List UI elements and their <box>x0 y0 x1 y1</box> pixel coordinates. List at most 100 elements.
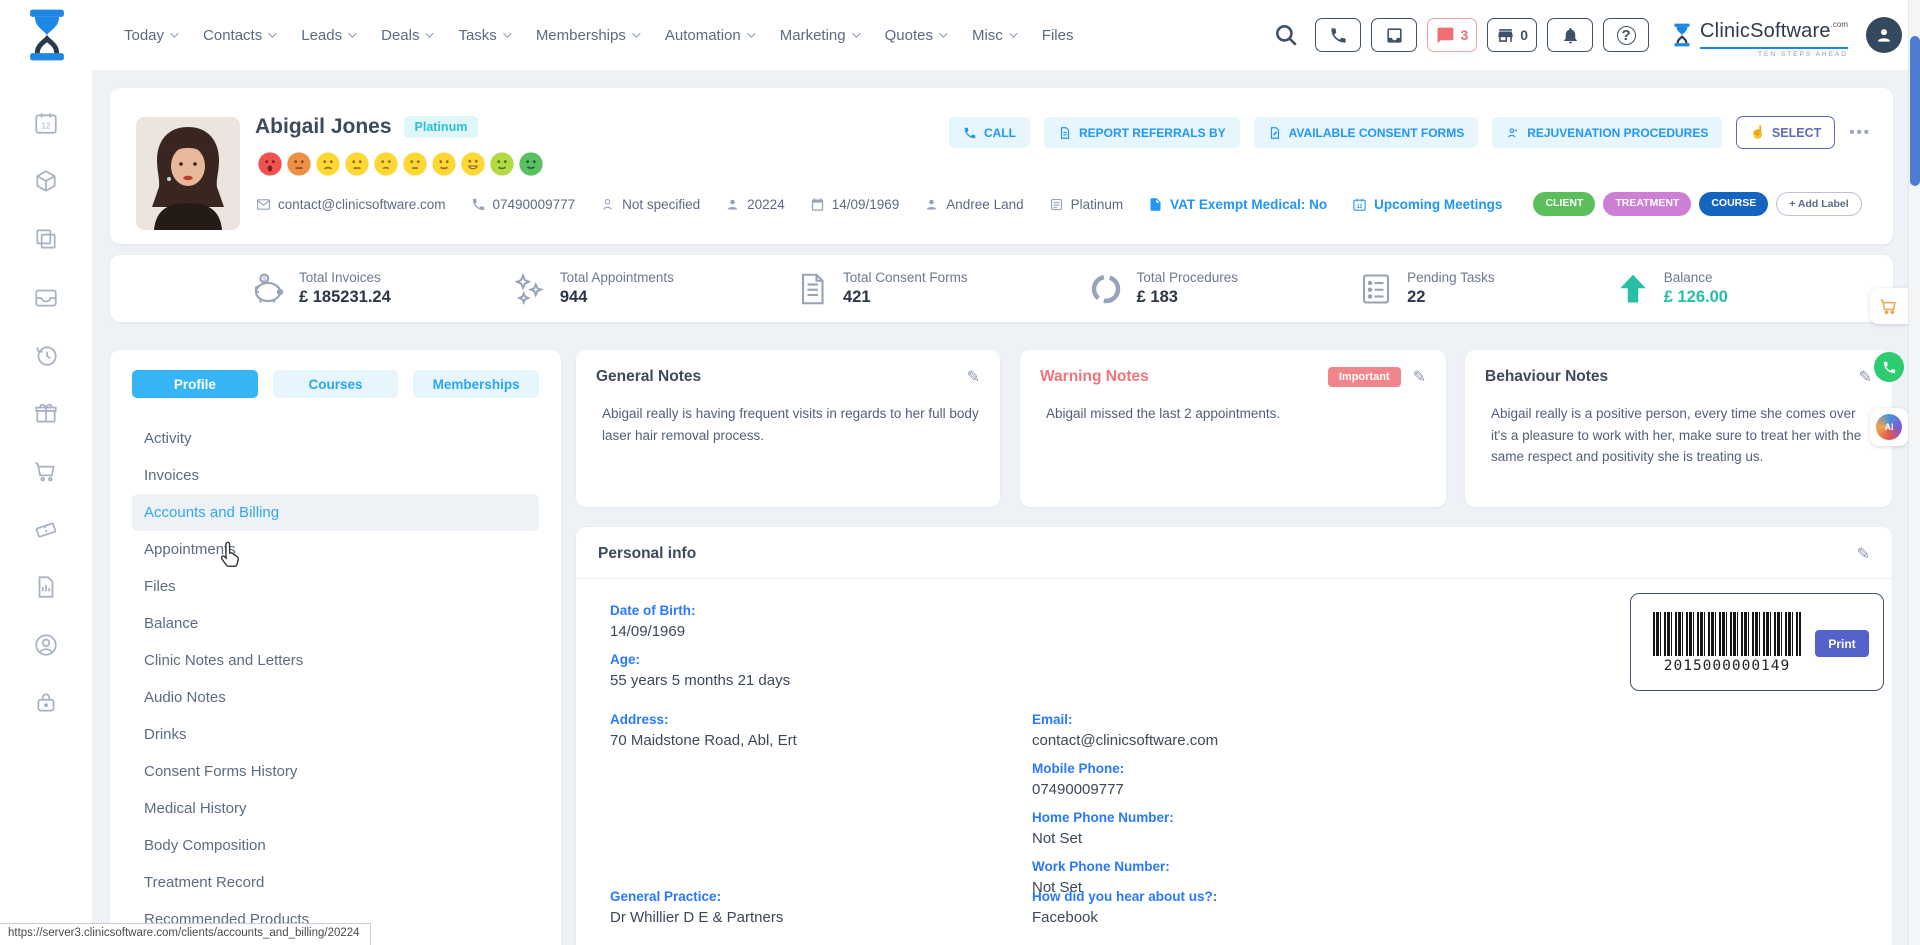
nav-contacts[interactable]: Contacts <box>203 27 274 44</box>
chat-count-badge: 3 <box>1460 27 1468 43</box>
page-scrollbar[interactable] <box>1908 0 1920 945</box>
sidebar-report-icon[interactable] <box>33 574 59 600</box>
edit-pencil-icon[interactable]: ✎ <box>967 367 980 387</box>
user-avatar[interactable] <box>1866 17 1902 53</box>
nav-tasks[interactable]: Tasks <box>458 27 508 44</box>
patient-photo[interactable] <box>136 117 240 230</box>
shop-button[interactable]: 0 <box>1487 18 1537 52</box>
available-consent-forms-button[interactable]: AVAILABLE CONSENT FORMS <box>1254 117 1479 148</box>
patient-mobile[interactable]: 07490009777 <box>471 197 576 212</box>
nav-leads[interactable]: Leads <box>301 27 354 44</box>
menu-item-consent-forms-history[interactable]: Consent Forms History <box>132 753 539 790</box>
sidebar-history-icon[interactable] <box>33 342 59 368</box>
sidebar-voucher-icon[interactable] <box>33 516 59 542</box>
call-button[interactable]: CALL <box>949 117 1030 148</box>
store-icon <box>1496 26 1515 45</box>
menu-item-body-composition[interactable]: Body Composition <box>132 827 539 864</box>
nav-misc[interactable]: Misc <box>972 27 1015 44</box>
add-label-button[interactable]: + Add Label <box>1776 192 1861 216</box>
label-course[interactable]: COURSE <box>1699 192 1768 216</box>
arrow-up-icon <box>1615 271 1651 307</box>
sidebar-package-icon[interactable] <box>33 168 59 194</box>
floating-phone-button[interactable] <box>1874 352 1904 382</box>
patient-dob: 14/09/1969 <box>810 197 900 212</box>
emoji-rating-2[interactable] <box>285 150 313 178</box>
general-notes-card: General Notes ✎ Abigail really is having… <box>576 350 1000 507</box>
help-button[interactable]: ? <box>1603 18 1649 52</box>
edit-pencil-icon[interactable]: ✎ <box>1413 367 1426 387</box>
menu-item-treatment-record[interactable]: Treatment Record <box>132 864 539 901</box>
emoji-rating-4[interactable] <box>343 150 371 178</box>
nav-memberships[interactable]: Memberships <box>536 27 638 44</box>
label-treatment[interactable]: TREATMENT <box>1603 192 1691 216</box>
emoji-rating-6[interactable] <box>401 150 429 178</box>
nav-today[interactable]: Today <box>124 27 176 44</box>
menu-item-invoices[interactable]: Invoices <box>132 457 539 494</box>
emoji-rating-3[interactable] <box>314 150 342 178</box>
tab-profile[interactable]: Profile <box>132 370 258 398</box>
sidebar-tray-icon[interactable] <box>33 284 59 310</box>
edit-pencil-icon[interactable]: ✎ <box>1859 367 1872 387</box>
search-icon[interactable] <box>1273 22 1299 48</box>
print-barcode-button[interactable]: Print <box>1815 630 1869 657</box>
mobile-value: 07490009777 <box>1032 781 1218 798</box>
nav-marketing[interactable]: Marketing <box>780 27 858 44</box>
emoji-rating-1[interactable] <box>256 150 284 178</box>
emoji-rating-7[interactable] <box>430 150 458 178</box>
sidebar-account-icon[interactable] <box>33 632 59 658</box>
menu-item-files[interactable]: Files <box>132 568 539 605</box>
tab-courses[interactable]: Courses <box>273 370 399 398</box>
vat-exempt-link[interactable]: VAT Exempt Medical: No <box>1148 197 1327 212</box>
menu-item-appointments[interactable]: Appointments <box>132 531 539 568</box>
scrollbar-thumb[interactable] <box>1910 36 1920 186</box>
more-options-button[interactable]: ••• <box>1849 124 1871 141</box>
nav-automation[interactable]: Automation <box>665 27 753 44</box>
sidebar-calendar-icon[interactable]: 12 <box>33 110 59 136</box>
important-badge: Important <box>1328 367 1401 387</box>
emoji-rating-10[interactable] <box>517 150 545 178</box>
sidebar-gift-icon[interactable] <box>33 400 59 426</box>
nav-files[interactable]: Files <box>1042 27 1074 44</box>
clinicsoftware-app: Today Contacts Leads Deals Tasks Members… <box>0 0 1920 945</box>
personal-info-birth-block: Date of Birth:14/09/1969 Age:55 years 5 … <box>610 603 790 701</box>
menu-item-drinks[interactable]: Drinks <box>132 716 539 753</box>
upcoming-meetings-link[interactable]: 12 Upcoming Meetings <box>1352 197 1502 212</box>
app-logo-hourglass-icon[interactable] <box>18 6 76 64</box>
floating-cart-button[interactable] <box>1870 288 1908 324</box>
sidebar-layers-icon[interactable] <box>33 226 59 252</box>
emoji-rating-5[interactable] <box>372 150 400 178</box>
tab-memberships[interactable]: Memberships <box>413 370 539 398</box>
sidebar-case-icon[interactable] <box>33 690 59 716</box>
nav-deals[interactable]: Deals <box>381 27 431 44</box>
menu-item-audio-notes[interactable]: Audio Notes <box>132 679 539 716</box>
chevron-down-icon <box>939 29 947 37</box>
patient-email[interactable]: contact@clinicsoftware.com <box>256 197 446 212</box>
sidebar-cart-icon[interactable] <box>33 458 59 484</box>
menu-item-activity[interactable]: Activity <box>132 420 539 457</box>
menu-item-balance[interactable]: Balance <box>132 605 539 642</box>
patient-plan: Platinum <box>1049 197 1124 212</box>
report-referrals-button[interactable]: REPORT REFERRALS BY <box>1044 117 1240 148</box>
warning-notes-card: Warning Notes Important ✎ Abigail missed… <box>1020 350 1446 507</box>
menu-item-medical-history[interactable]: Medical History <box>132 790 539 827</box>
patient-owner[interactable]: Andree Land <box>924 197 1023 212</box>
notifications-button[interactable] <box>1547 18 1593 52</box>
menu-item-accounts-and-billing[interactable]: Accounts and Billing <box>132 494 539 531</box>
chat-button[interactable]: 3 <box>1427 18 1477 52</box>
nav-leads-label: Leads <box>301 27 342 44</box>
emoji-rating-8[interactable] <box>459 150 487 178</box>
call-center-button[interactable] <box>1315 18 1361 52</box>
phone-icon <box>1882 360 1897 375</box>
chevron-down-icon <box>348 29 356 37</box>
emoji-rating-9[interactable] <box>488 150 516 178</box>
clinicsoftware-brand-logo: ClinicSoftware.com TEN STEPS AHEAD <box>1669 20 1848 50</box>
nav-quotes[interactable]: Quotes <box>885 27 945 44</box>
select-button[interactable]: ☝ SELECT <box>1736 116 1835 149</box>
brand-tagline: TEN STEPS AHEAD <box>1758 51 1848 58</box>
menu-item-clinic-notes-and-letters[interactable]: Clinic Notes and Letters <box>132 642 539 679</box>
label-client[interactable]: CLIENT <box>1533 192 1595 216</box>
edit-pencil-icon[interactable]: ✎ <box>1857 544 1870 564</box>
rejuvenation-procedures-button[interactable]: REJUVENATION PROCEDURES <box>1492 117 1722 148</box>
inbox-button[interactable] <box>1371 18 1417 52</box>
floating-ai-button[interactable]: AI <box>1870 408 1908 446</box>
